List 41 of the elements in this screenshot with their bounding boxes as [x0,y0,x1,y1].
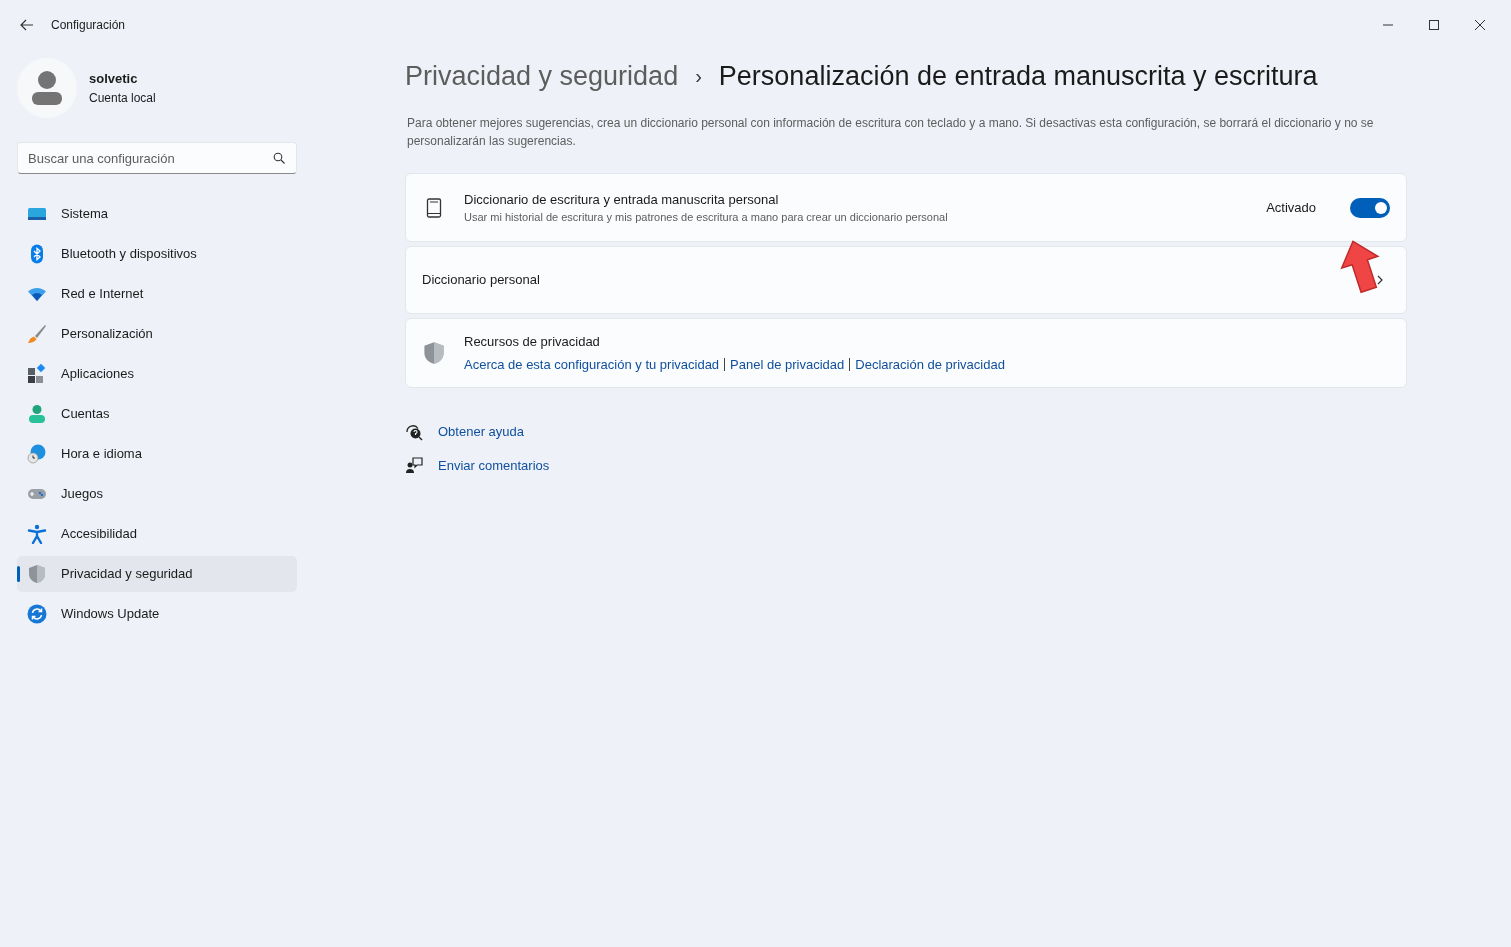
setting-title: Diccionario personal [422,271,541,290]
privacy-link[interactable]: Declaración de privacidad [855,354,1005,374]
setting-subtitle: Usar mi historial de escritura y mis patrones de escritura a mano para crear un diccionario personal [464,210,949,225]
sidebar-label: Hora e idioma [61,445,142,464]
sidebar-label: Red e Internet [61,285,144,304]
user-name: solvetic [89,70,139,89]
sidebar-item[interactable]: Personalización [17,316,297,352]
page-title: Personalización de entrada manuscrita y escritura [718,59,1318,93]
account-type: Cuenta local [89,89,156,107]
setting-title: Diccionario de escritura y entrada manuscrita personal [464,190,780,209]
window-title: Configuración [51,17,126,34]
sidebar-label: Juegos [61,485,103,504]
breadcrumb-parent[interactable]: Privacidad y seguridad [405,55,679,97]
sidebar-label: Accesibilidad [61,525,137,544]
search-field[interactable]: Buscar una configuración [17,142,297,174]
privacy-link[interactable]: Acerca de esta configuración y tu privacidad [464,354,720,374]
sidebar-label: Personalización [61,325,153,344]
help-link[interactable]: Enviar comentarios [438,455,550,475]
sidebar-label: Bluetooth y dispositivos [61,245,197,264]
sidebar-item[interactable]: Accesibilidad [17,516,297,552]
sidebar-item[interactable]: Cuentas [17,396,297,432]
sidebar-label: Windows Update [61,605,160,624]
sidebar-label: Cuentas [61,405,110,424]
sidebar-label: Aplicaciones [61,365,134,384]
breadcrumb-separator: › [695,64,702,89]
toggle-state-label: Activado [1266,198,1316,217]
sidebar-label: Sistema [61,205,108,224]
sidebar-item[interactable]: Juegos [17,476,297,512]
privacy-link[interactable]: Panel de privacidad [730,354,845,374]
page-description: Para obtener mejores sugerencias, crea un diccionario personal con información de escritura con teclado y a mano. Si desactivas esta configuración, se borrará el diccionario y no se personalizarán las sugerencias. [406,115,1375,150]
sidebar-item[interactable]: Aplicaciones [17,356,297,392]
help-link[interactable]: Obtener ayuda [438,422,524,442]
sidebar-item[interactable]: Privacidad y seguridad [17,556,297,592]
setting-row[interactable]: Diccionario personal [405,246,1407,314]
sidebar-item[interactable]: Windows Update [17,596,297,632]
sidebar-item[interactable]: Red e Internet [17,276,297,312]
sidebar-label: Privacidad y seguridad [61,565,193,584]
setting-title: Recursos de privacidad [464,333,601,351]
sidebar-item[interactable]: Bluetooth y dispositivos [17,236,297,272]
sidebar-item[interactable]: Sistema [17,196,297,232]
sidebar-item[interactable]: Hora e idioma [17,436,297,472]
